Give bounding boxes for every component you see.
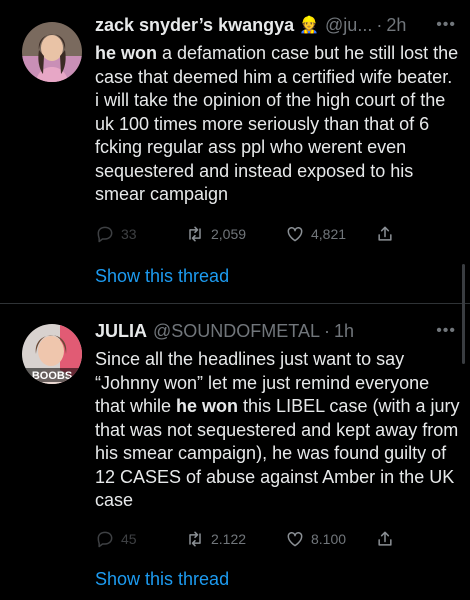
timestamp[interactable]: 2h — [386, 15, 406, 36]
reply-icon — [97, 531, 113, 548]
like-button[interactable]: 8.100 — [285, 527, 346, 551]
like-icon — [287, 226, 303, 242]
tweet-text: he won a defamation case but he still lo… — [95, 42, 460, 207]
show-thread-link[interactable]: Show this thread — [95, 266, 229, 287]
share-icon — [378, 226, 392, 241]
share-icon — [378, 531, 392, 546]
reply-icon — [97, 226, 113, 243]
text-segment: a defamation case but he still lost the … — [95, 43, 459, 204]
like-count: 4,821 — [311, 226, 347, 242]
handle[interactable]: @ju... — [325, 15, 372, 36]
handle[interactable]: @SOUNDOFMETAL — [153, 321, 320, 342]
scrollbar[interactable] — [462, 264, 465, 364]
separator: · — [376, 14, 383, 35]
tweet[interactable]: zack snyder’s kwangya 👷 @ju... · 2h ••• … — [0, 0, 470, 303]
separator: · — [323, 320, 330, 341]
retweet-count: 2,059 — [211, 226, 247, 242]
retweet-button[interactable]: 2,059 — [185, 222, 246, 246]
more-icon[interactable]: ••• — [436, 318, 456, 344]
like-icon — [287, 531, 303, 547]
construction-worker-emoji: 👷 — [299, 17, 320, 34]
reply-button[interactable]: 45 — [95, 527, 137, 551]
like-button[interactable]: 4,821 — [285, 222, 346, 246]
tweet-header: zack snyder’s kwangya 👷 @ju... · 2h ••• — [95, 12, 456, 38]
tweet-header: JULIA @SOUNDOFMETAL · 1h ••• — [95, 318, 456, 344]
display-name[interactable]: zack snyder’s kwangya — [95, 15, 294, 36]
bold-text: he won — [95, 43, 157, 63]
retweet-count: 2.122 — [211, 531, 247, 547]
more-icon[interactable]: ••• — [436, 12, 456, 38]
retweet-button[interactable]: 2.122 — [185, 527, 246, 551]
timestamp[interactable]: 1h — [334, 321, 354, 342]
reply-count: 45 — [121, 531, 137, 547]
reply-count: 33 — [121, 226, 137, 242]
tweet-text: Since all the headlines just want to say… — [95, 348, 460, 513]
share-button[interactable] — [375, 527, 401, 551]
display-name[interactable]: JULIA — [95, 321, 147, 342]
share-button[interactable] — [375, 222, 401, 246]
like-count: 8.100 — [311, 531, 347, 547]
retweet-icon — [189, 531, 201, 547]
bold-text: he won — [176, 396, 239, 416]
avatar[interactable]: BOOBS — [22, 324, 82, 384]
tweet[interactable]: BOOBS JULIA @SOUNDOFMETAL · 1h ••• Since… — [0, 304, 470, 600]
avatar-caption: BOOBS — [32, 370, 72, 382]
tweet-actions: 33 2,059 4,821 — [95, 222, 395, 246]
reply-button[interactable]: 33 — [95, 222, 137, 246]
show-thread-link[interactable]: Show this thread — [95, 569, 229, 590]
avatar[interactable] — [22, 22, 82, 82]
retweet-icon — [189, 226, 201, 242]
tweet-actions: 45 2.122 8.100 — [95, 527, 395, 551]
